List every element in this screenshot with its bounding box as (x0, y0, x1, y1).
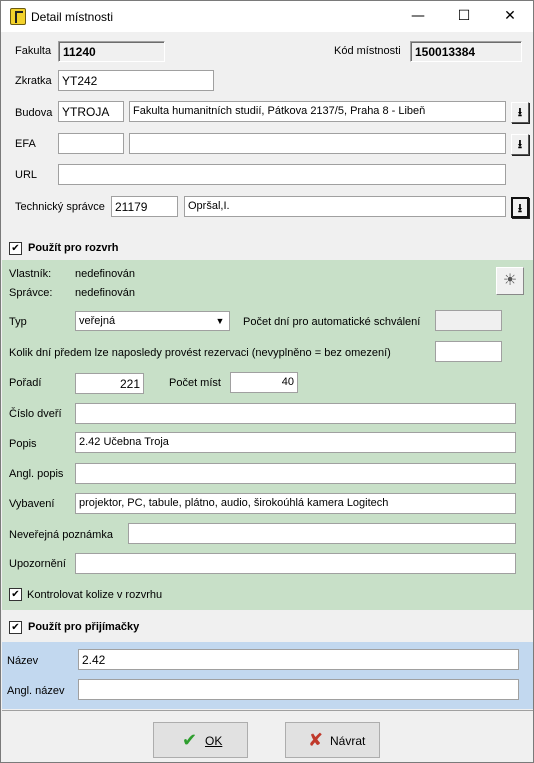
kod-mistnosti-label: Kód místnosti (334, 45, 401, 57)
typ-label: Typ (9, 316, 27, 328)
vlastnik-value: nedefinován (75, 268, 135, 280)
auto-schvaleni-label: Počet dní pro automatické schválení (243, 316, 421, 328)
neverejna-poznamka-input[interactable] (128, 523, 516, 544)
download-arrow-icon: ⭳ (517, 137, 523, 151)
cross-icon: ✘ (308, 730, 324, 750)
vybaveni-input[interactable]: projektor, PC, tabule, plátno, audio, ši… (75, 493, 516, 514)
auto-schvaleni-field (435, 310, 502, 331)
kontrolovat-kolize-checkbox[interactable]: ✔ (9, 588, 22, 601)
fakulta-label: Fakulta (15, 45, 52, 57)
close-button[interactable]: ✕ (487, 1, 533, 32)
pouzit-pro-prijimacky-checkbox[interactable]: ✔ (9, 621, 22, 634)
pouzit-pro-prijimacky-label: Použít pro přijímačky (28, 621, 140, 633)
ok-button[interactable]: ✔ OK (153, 722, 248, 758)
upozorneni-label: Upozornění (9, 558, 66, 570)
nazev-input[interactable]: 2.42 (78, 649, 519, 670)
pouzit-pro-rozvrh-checkbox[interactable]: ✔ (9, 242, 22, 255)
technicky-spravce-name-field: Opršal,I. (184, 196, 506, 217)
spravce-value: nedefinován (75, 287, 135, 299)
upozorneni-input[interactable] (75, 553, 516, 574)
technicky-spravce-code-input[interactable]: 21179 (111, 196, 178, 217)
budova-name-field: Fakulta humanitních studií, Pátkova 2137… (129, 101, 506, 122)
typ-selected-value: veřejná (79, 315, 116, 327)
cislo-dveri-label: Číslo dveří (9, 408, 62, 420)
navrat-button-label: Návrat (330, 734, 366, 748)
zkratka-label: Zkratka (15, 75, 52, 87)
budova-lookup-button[interactable]: ⭳ (511, 102, 529, 123)
fakulta-field: 11240 (58, 41, 165, 62)
checkmark-icon: ✔ (182, 730, 198, 750)
neverejna-poznamka-label: Neveřejná poznámka (9, 529, 113, 541)
angl-popis-input[interactable] (75, 463, 516, 484)
rezervace-label: Kolik dní předem lze naposledy provést r… (9, 347, 391, 359)
poradi-input[interactable]: 221 (75, 373, 144, 394)
navrat-button[interactable]: ✘ Návrat (285, 722, 380, 758)
app-icon (10, 8, 26, 25)
efa-code-input[interactable] (58, 133, 124, 154)
angl-nazev-input[interactable] (78, 679, 519, 700)
efa-label: EFA (15, 138, 36, 150)
technicky-spravce-label: Technický správce (15, 201, 105, 213)
budova-label: Budova (15, 107, 53, 119)
popis-label: Popis (9, 438, 37, 450)
dialog-window: Detail místnosti — ☐ ✕ Fakulta 11240 Kód… (0, 0, 534, 763)
angl-nazev-label: Angl. název (7, 685, 65, 697)
title-bar: Detail místnosti — ☐ ✕ (1, 1, 533, 32)
spravce-label: Správce: (9, 287, 53, 299)
url-input[interactable] (58, 164, 506, 185)
popis-input[interactable]: 2.42 Učebna Troja (75, 432, 516, 453)
url-label: URL (15, 169, 38, 181)
minimize-button[interactable]: — (395, 1, 441, 32)
zkratka-input[interactable]: YT242 (58, 70, 214, 91)
download-arrow-icon: ⭳ (517, 201, 523, 215)
sun-icon: ☀ (502, 272, 518, 289)
rezervace-input[interactable] (435, 341, 502, 362)
settings-button[interactable]: ☀ (496, 267, 524, 295)
kod-mistnosti-field: 150013384 (410, 41, 522, 62)
pouzit-pro-rozvrh-label: Použít pro rozvrh (28, 242, 119, 254)
budova-code-input[interactable]: YTROJA (58, 101, 124, 122)
vlastnik-label: Vlastník: (9, 268, 52, 280)
footer-separator (2, 710, 533, 711)
kontrolovat-kolize-label: Kontrolovat kolize v rozvrhu (27, 589, 163, 601)
efa-lookup-button[interactable]: ⭳ (511, 134, 529, 155)
efa-name-field (129, 133, 506, 154)
ok-button-label: OK (205, 734, 223, 748)
maximize-button[interactable]: ☐ (441, 1, 487, 32)
download-arrow-icon: ⭳ (517, 105, 523, 119)
poradi-label: Pořadí (9, 377, 42, 389)
cislo-dveri-input[interactable] (75, 403, 516, 424)
pocet-mist-label: Počet míst (169, 377, 221, 389)
pocet-mist-input[interactable]: 40 (230, 372, 298, 393)
technicky-spravce-lookup-button[interactable]: ⭳ (511, 197, 529, 218)
vybaveni-label: Vybavení (9, 498, 55, 510)
nazev-label: Název (7, 655, 39, 667)
chevron-down-icon: ▼ (215, 316, 225, 326)
typ-select[interactable]: veřejná ▼ (75, 311, 230, 331)
window-title: Detail místnosti (31, 10, 114, 24)
angl-popis-label: Angl. popis (9, 468, 64, 480)
